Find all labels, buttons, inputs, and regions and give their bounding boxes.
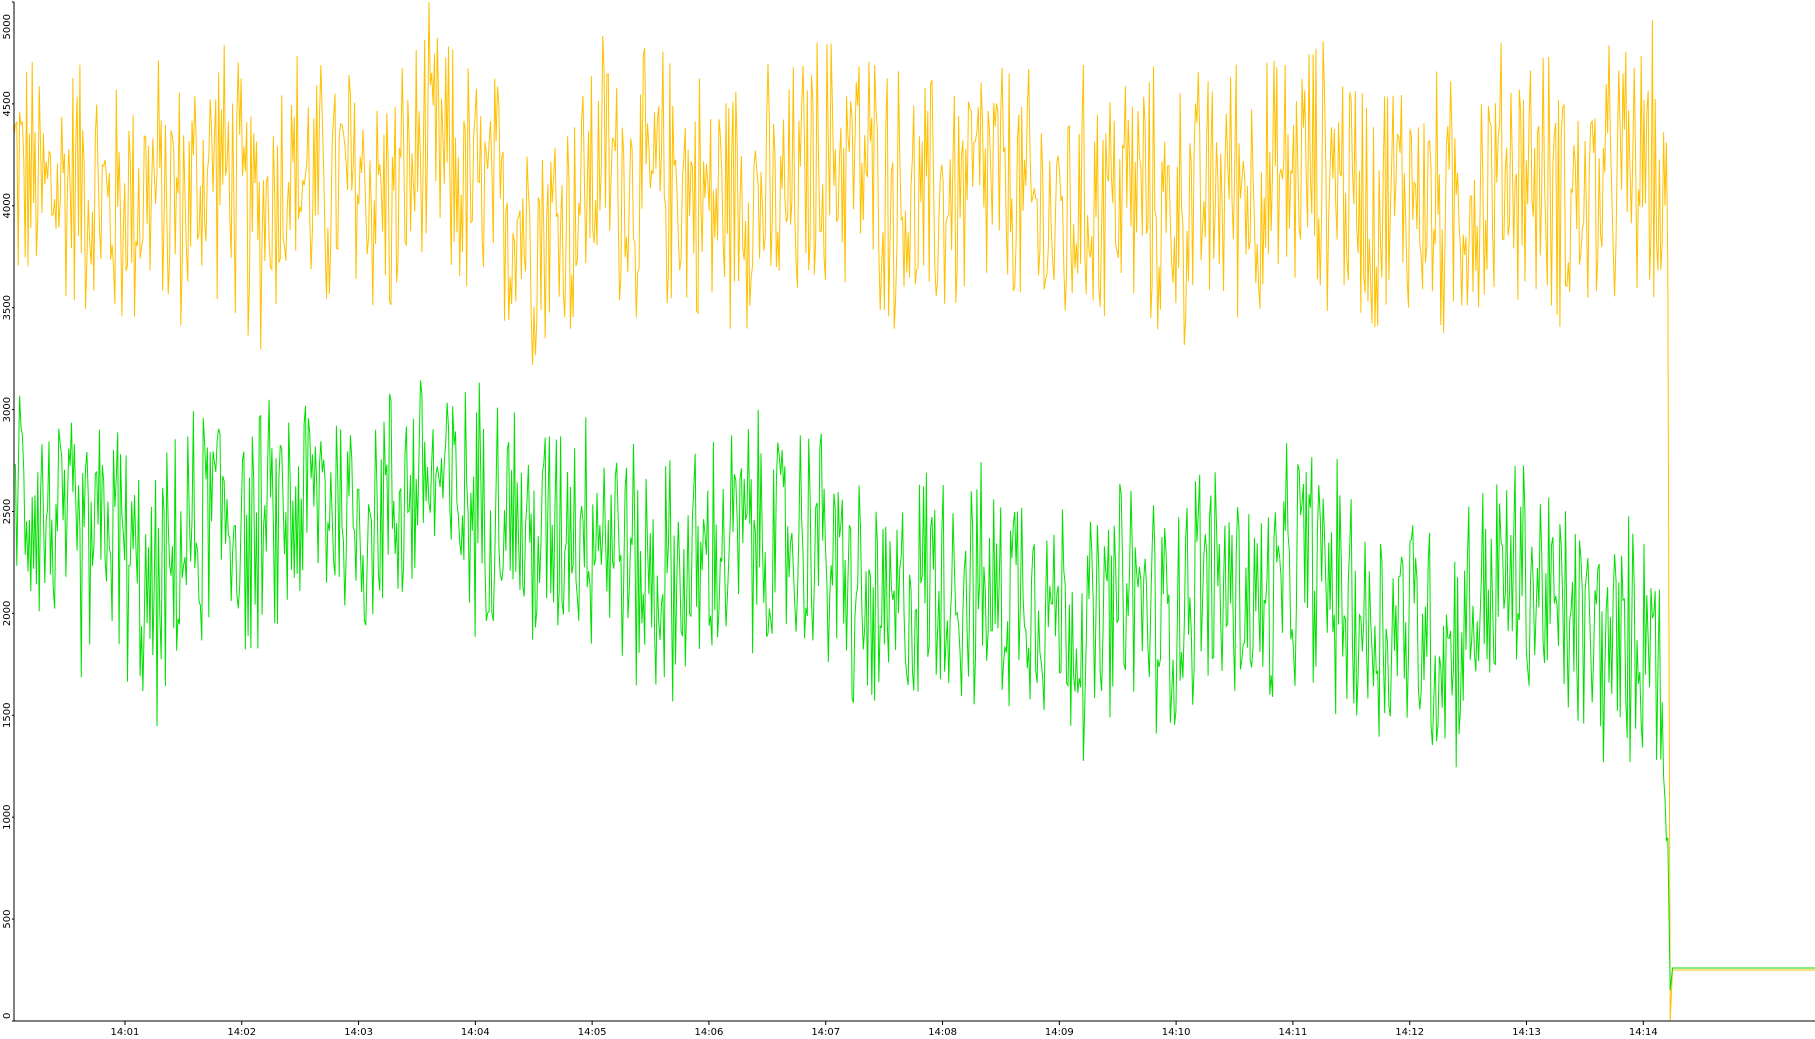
y-tick-label: 3500: [2, 295, 13, 320]
y-tick-label: 4500: [2, 91, 13, 116]
x-tick-label: 14:01: [111, 1027, 140, 1038]
y-tick-label: 1000: [2, 804, 13, 829]
x-tick-label: 14:05: [578, 1027, 607, 1038]
x-tick-label: 14:04: [461, 1027, 490, 1038]
series-line-0: [13, 1, 1815, 1022]
series-group: [13, 1, 1815, 1022]
x-tick-label: 14:13: [1512, 1027, 1541, 1038]
y-tick-label: 2000: [2, 601, 13, 626]
y-tick-label: 1500: [2, 703, 13, 728]
y-tick-label: 2500: [2, 499, 13, 524]
chart-canvas: 0 500 1000 1500 2000 2500 3000 3500 4000 4500 5000…: [2, 1, 1815, 1038]
x-tick-label: 14:06: [695, 1027, 724, 1038]
x-tick-label: 14:07: [811, 1027, 840, 1038]
x-tick-label: 14:12: [1395, 1027, 1424, 1038]
line-chart: 0 500 1000 1500 2000 2500 3000 3500 4000 4500 5000…: [0, 0, 1815, 1039]
y-tick-label: 3000: [2, 397, 13, 422]
series-line-1: [13, 380, 1815, 991]
x-tick-label: 14:11: [1279, 1027, 1308, 1038]
x-tick-label: 14:10: [1162, 1027, 1191, 1038]
x-tick-label: 14:03: [344, 1027, 373, 1038]
x-tick-label: 14:02: [227, 1027, 256, 1038]
y-tick-label: 4000: [2, 193, 13, 218]
x-tick-label: 14:14: [1629, 1027, 1658, 1038]
x-tick-label: 14:08: [928, 1027, 957, 1038]
y-tick-label: 500: [2, 910, 13, 929]
y-tick-label: 0: [2, 1013, 13, 1019]
y-tick-label: 5000: [2, 14, 13, 39]
x-tick-label: 14:09: [1045, 1027, 1074, 1038]
